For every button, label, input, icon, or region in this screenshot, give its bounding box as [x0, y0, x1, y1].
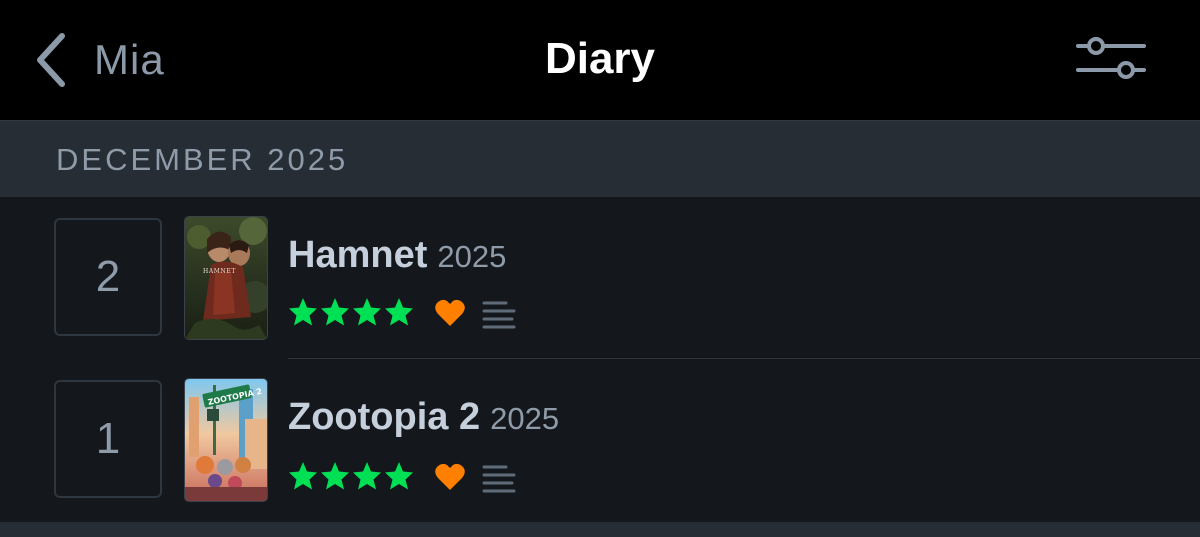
star-rating [288, 460, 416, 492]
header-bar: Mia Diary [0, 0, 1200, 120]
star-icon [321, 298, 349, 326]
day-box: 2 [54, 218, 162, 336]
month-label: DECEMBER 2025 [56, 142, 349, 177]
film-year: 2025 [490, 401, 560, 436]
star-icon [289, 462, 317, 490]
heart-icon [435, 463, 465, 490]
film-title[interactable]: Hamnet [288, 234, 427, 276]
day-box: 1 [54, 380, 162, 498]
film-year: 2025 [437, 239, 507, 274]
diary-entry-row[interactable]: 1 ZOOTOPIA 2 Zootopia 2 2025 [0, 360, 1200, 522]
page-title: Diary [544, 34, 656, 83]
chevron-left-icon [37, 33, 65, 87]
film-title[interactable]: Zootopia 2 [288, 396, 480, 438]
poster-image: HAMNET [185, 217, 267, 339]
star-rating [288, 296, 416, 328]
diary-screen: Mia Diary DECEMBER 2025 2 HAMNET Hamnet … [0, 0, 1200, 537]
back-label: Mia [94, 36, 165, 83]
back-button[interactable]: Mia [34, 30, 165, 90]
diary-entry-row[interactable]: 2 HAMNET Hamnet 2025 [0, 198, 1200, 360]
star-icon [321, 462, 349, 490]
sliders-icon [1076, 37, 1146, 79]
poster-image: ZOOTOPIA 2 [185, 379, 267, 501]
day-number: 2 [95, 252, 121, 301]
star-icon [385, 462, 413, 490]
star-icons [289, 298, 413, 326]
star-icon [353, 298, 381, 326]
row-divider [288, 358, 1200, 359]
film-title-line[interactable]: Hamnet 2025 [288, 234, 506, 277]
star-icon [353, 462, 381, 490]
page-title-wrap: Diary [0, 34, 1200, 84]
next-section-band [0, 522, 1200, 537]
star-icon [289, 298, 317, 326]
review-lines-icon [482, 465, 516, 493]
star-icons [289, 462, 413, 490]
film-poster[interactable]: HAMNET [184, 216, 268, 340]
day-number: 1 [95, 414, 121, 463]
star-icon [385, 298, 413, 326]
heart-icon [435, 299, 465, 326]
poster-title-text: HAMNET [203, 268, 236, 275]
film-title-line[interactable]: Zootopia 2 2025 [288, 396, 559, 439]
review-lines-icon [482, 301, 516, 329]
film-poster[interactable]: ZOOTOPIA 2 [184, 378, 268, 502]
filter-button[interactable] [1074, 34, 1148, 84]
